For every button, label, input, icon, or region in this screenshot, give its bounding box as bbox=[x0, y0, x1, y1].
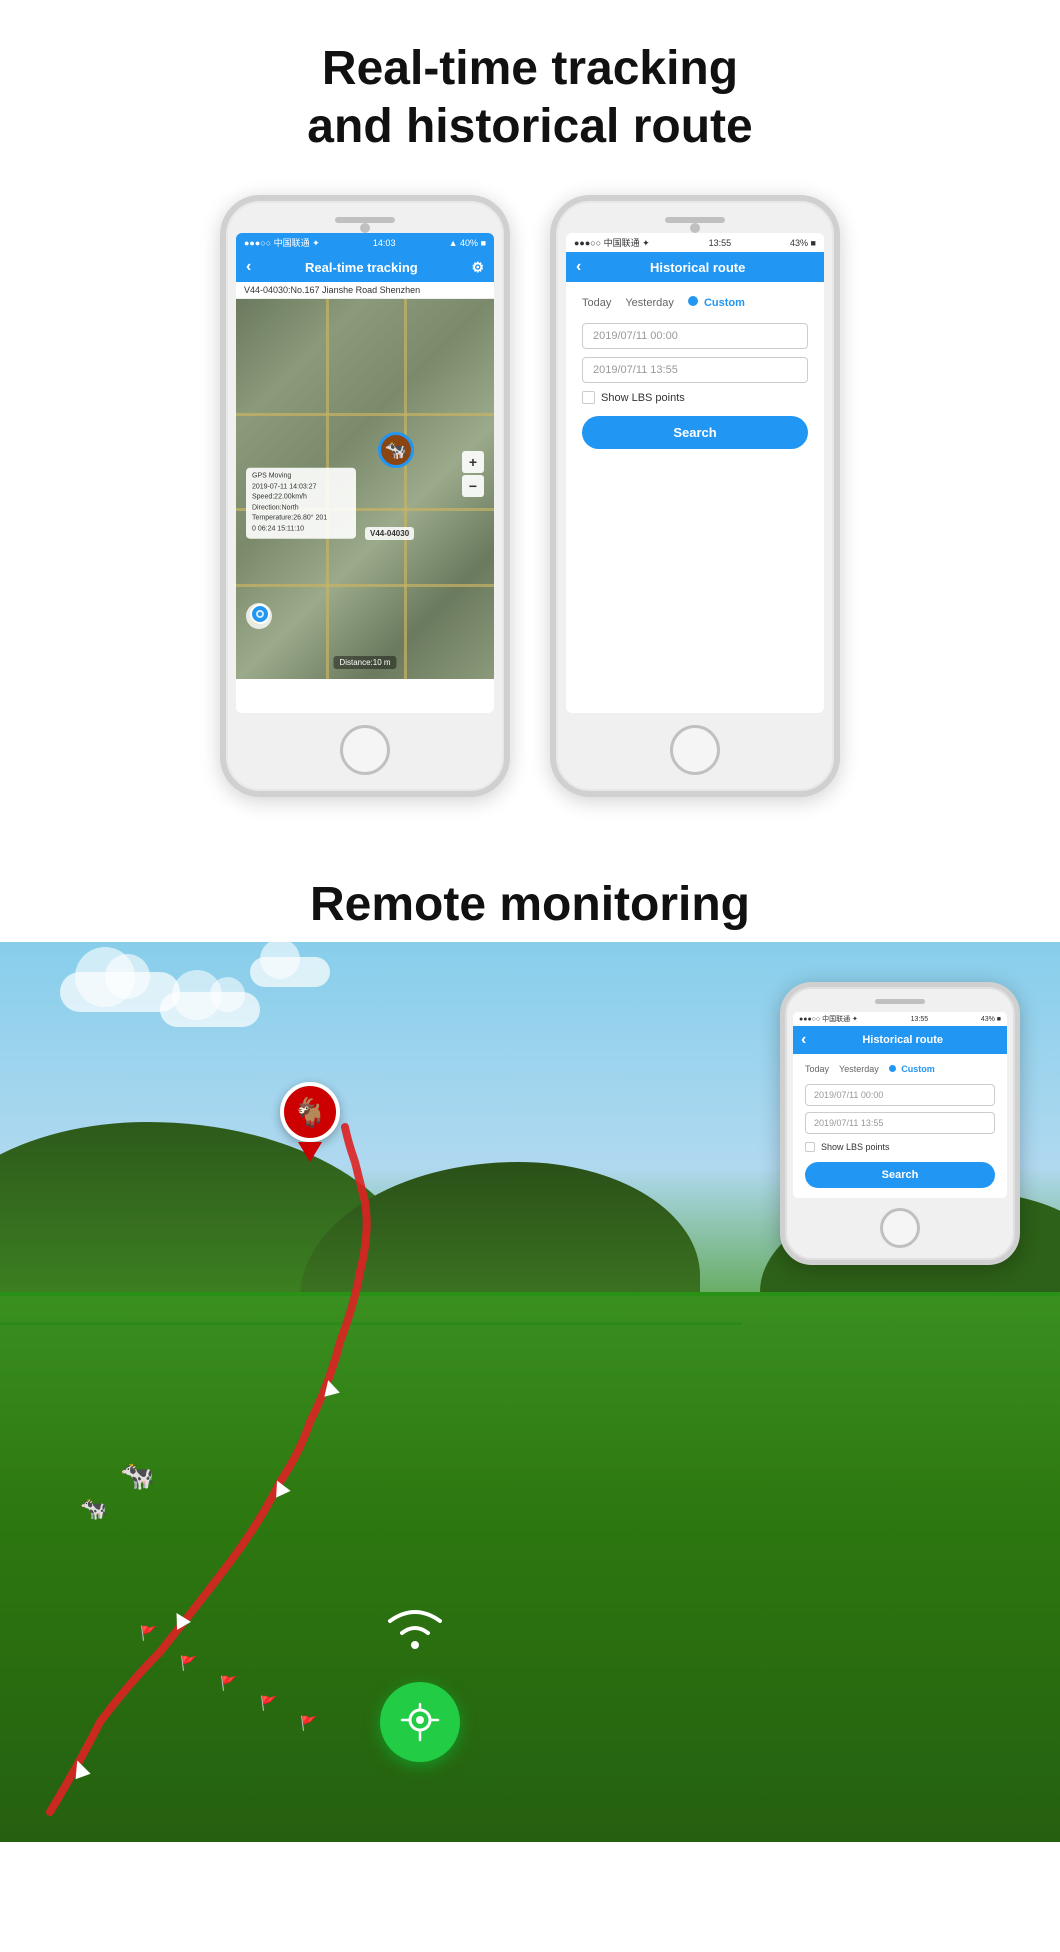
phl-signal: 43% ■ bbox=[981, 1016, 1001, 1023]
map-animal-marker: 🐄 bbox=[378, 432, 414, 468]
section1-heading: Real-time tracking and historical route bbox=[0, 0, 1060, 185]
phl-carrier: ●●●○○ 中国联通 ✦ bbox=[799, 1014, 858, 1024]
popup-line3: Speed:22.00km/h bbox=[252, 493, 350, 504]
flag2: 🚩 bbox=[180, 1655, 197, 1672]
landscape-section: 🐄 🐄 🚩 🚩 🚩 🚩 🚩 🐐 bbox=[0, 942, 1060, 1842]
phl-home-button[interactable] bbox=[880, 1208, 920, 1248]
phone2-app-header: ‹ Historical route bbox=[566, 252, 824, 282]
map-distance-label: Distance:10 m bbox=[333, 656, 396, 669]
phone1-home-button[interactable] bbox=[340, 725, 390, 775]
phl-tab-custom-dot bbox=[889, 1065, 896, 1072]
phl-show-lbs-checkbox[interactable] bbox=[805, 1142, 815, 1152]
phone2-back-icon[interactable]: ‹ bbox=[576, 258, 581, 276]
flag1: 🚩 bbox=[140, 1625, 157, 1642]
phone1-address: V44-04030:No.167 Jianshe Road Shenzhen bbox=[244, 285, 420, 295]
phone2-status-bar: ●●●○○ 中国联通 ✦ 13:55 43% ■ bbox=[566, 233, 824, 252]
wifi-signal-icon bbox=[380, 1595, 450, 1662]
tab-custom[interactable]: Custom bbox=[688, 296, 745, 309]
map-tag-label: V44-04030 bbox=[365, 527, 414, 540]
phone1-screen: ●●●○○ 中国联通 ✦ 14:03 ▲ 40% ■ ‹ Real-time t… bbox=[236, 233, 494, 713]
goat-location-marker: 🐐 bbox=[280, 1082, 340, 1162]
tab-today[interactable]: Today bbox=[582, 297, 611, 309]
phone2-frame: ●●●○○ 中国联通 ✦ 13:55 43% ■ ‹ Historical ro… bbox=[550, 195, 840, 797]
show-lbs-checkbox[interactable] bbox=[582, 391, 595, 404]
hist-tabs: Today Yesterday Custom bbox=[582, 296, 808, 309]
heading-line1: Real-time tracking bbox=[322, 42, 738, 95]
phl-tab-today[interactable]: Today bbox=[805, 1064, 829, 1074]
phl-show-lbs-label: Show LBS points bbox=[821, 1142, 890, 1152]
phone1-back-icon[interactable]: ‹ bbox=[246, 258, 251, 276]
gps-circle-icon bbox=[380, 1682, 460, 1762]
phone1-gear-icon[interactable]: ⚙ bbox=[471, 259, 484, 276]
phl-date-input1[interactable]: 2019/07/11 00:00 bbox=[805, 1084, 995, 1106]
phone1-address-bar: V44-04030:No.167 Jianshe Road Shenzhen bbox=[236, 282, 494, 299]
phl-tab-custom[interactable]: Custom bbox=[889, 1064, 935, 1074]
phone2-carrier: ●●●○○ 中国联通 ✦ bbox=[574, 236, 650, 249]
phone1-frame: ●●●○○ 中国联通 ✦ 14:03 ▲ 40% ■ ‹ Real-time t… bbox=[220, 195, 510, 797]
zoom-out-button[interactable]: − bbox=[462, 475, 484, 497]
cow-left: 🐄 bbox=[120, 1459, 155, 1492]
phl-tab-yesterday[interactable]: Yesterday bbox=[839, 1064, 879, 1074]
zoom-in-button[interactable]: + bbox=[462, 451, 484, 473]
phl-time: 13:55 bbox=[911, 1016, 929, 1023]
phone2-time: 13:55 bbox=[709, 238, 732, 248]
phl-hist-content: Today Yesterday Custom 2019/07/11 00:00 … bbox=[793, 1054, 1007, 1198]
phl-app-header: ‹ Historical route bbox=[793, 1026, 1007, 1054]
show-lbs-label: Show LBS points bbox=[601, 392, 685, 404]
phone2-home-button[interactable] bbox=[670, 725, 720, 775]
phl-search-button[interactable]: Search bbox=[805, 1162, 995, 1188]
goat-pin-circle: 🐐 bbox=[280, 1082, 340, 1142]
phl-date-input2[interactable]: 2019/07/11 13:55 bbox=[805, 1112, 995, 1134]
phone1-map: GPS Moving 2019-07-11 14:03:27 Speed:22.… bbox=[236, 299, 494, 679]
phone2-signal: 43% ■ bbox=[790, 238, 816, 248]
phl-status-bar: ●●●○○ 中国联通 ✦ 13:55 43% ■ bbox=[793, 1012, 1007, 1026]
landscape-background: 🐄 🐄 🚩 🚩 🚩 🚩 🚩 🐐 bbox=[0, 942, 1060, 1842]
phones-row: ●●●○○ 中国联通 ✦ 14:03 ▲ 40% ■ ‹ Real-time t… bbox=[0, 185, 1060, 837]
popup-line1: GPS Moving bbox=[252, 472, 350, 483]
tab-custom-dot bbox=[688, 296, 698, 306]
hist-date-input1[interactable]: 2019/07/11 00:00 bbox=[582, 323, 808, 349]
phl-title: Historical route bbox=[862, 1034, 943, 1046]
phone1-signal: ▲ 40% ■ bbox=[449, 238, 486, 248]
phone-landscape-frame: ●●●○○ 中国联通 ✦ 13:55 43% ■ ‹ Historical ro… bbox=[780, 982, 1020, 1265]
phone2-camera bbox=[690, 223, 700, 233]
phl-back-icon[interactable]: ‹ bbox=[801, 1031, 806, 1049]
heading-line2: and historical route bbox=[307, 100, 752, 153]
flag5: 🚩 bbox=[300, 1715, 317, 1732]
cow-small: 🐄 bbox=[80, 1496, 107, 1522]
section2-heading: Remote monitoring bbox=[0, 837, 1060, 942]
phone2-title: Historical route bbox=[650, 260, 745, 275]
map-zoom-controls: + − bbox=[462, 451, 484, 497]
goat-pin-tail bbox=[298, 1142, 322, 1162]
map-satellite-bg: GPS Moving 2019-07-11 14:03:27 Speed:22.… bbox=[236, 299, 494, 679]
remote-heading-text: Remote monitoring bbox=[20, 877, 1040, 932]
flag3: 🚩 bbox=[220, 1675, 237, 1692]
flag4: 🚩 bbox=[260, 1695, 277, 1712]
popup-line4: Direction:North bbox=[252, 503, 350, 514]
phone2-screen: ●●●○○ 中国联通 ✦ 13:55 43% ■ ‹ Historical ro… bbox=[566, 233, 824, 713]
map-info-popup: GPS Moving 2019-07-11 14:03:27 Speed:22.… bbox=[246, 468, 356, 539]
phone1-app-header: ‹ Real-time tracking ⚙ bbox=[236, 252, 494, 282]
phone1-camera bbox=[360, 223, 370, 233]
phone1-carrier: ●●●○○ 中国联通 ✦ bbox=[244, 236, 320, 249]
phone1-status-bar: ●●●○○ 中国联通 ✦ 14:03 ▲ 40% ■ bbox=[236, 233, 494, 252]
hist-search-button[interactable]: Search bbox=[582, 416, 808, 449]
phone1-time: 14:03 bbox=[373, 238, 396, 248]
popup-line6: 0 06:24 15:11:10 bbox=[252, 524, 350, 535]
popup-line5: Temperature:26.80° 201 bbox=[252, 514, 350, 525]
phl-hist-tabs: Today Yesterday Custom bbox=[805, 1064, 995, 1074]
phone-landscape-screen: ●●●○○ 中国联通 ✦ 13:55 43% ■ ‹ Historical ro… bbox=[793, 1012, 1007, 1198]
hist-checkbox-row: Show LBS points bbox=[582, 391, 808, 404]
tab-yesterday[interactable]: Yesterday bbox=[625, 297, 674, 309]
phone1-title: Real-time tracking bbox=[305, 260, 418, 275]
popup-line2: 2019-07-11 14:03:27 bbox=[252, 482, 350, 493]
phl-checkbox-row: Show LBS points bbox=[805, 1142, 995, 1152]
phone2-hist-content: Today Yesterday Custom 2019/07/11 00:00 … bbox=[566, 282, 824, 463]
hist-date-input2[interactable]: 2019/07/11 13:55 bbox=[582, 357, 808, 383]
